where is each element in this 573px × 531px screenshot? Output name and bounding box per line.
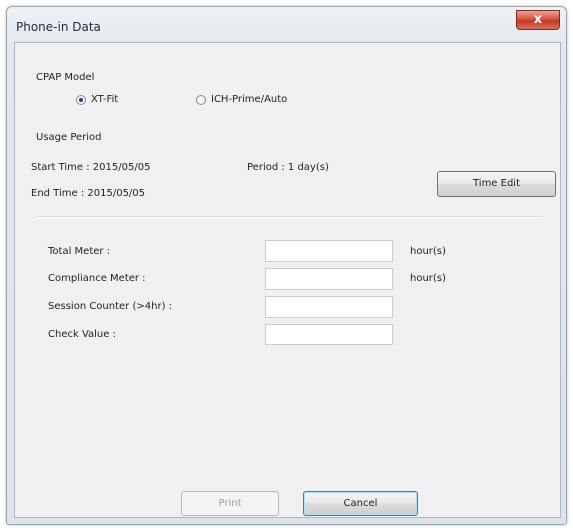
period-text: Period : 1 day(s) [247,162,329,173]
radio-xt-fit-button[interactable] [76,94,86,105]
time-edit-label: Time Edit [472,178,521,189]
window-title: Phone-in Data [16,20,101,34]
time-edit-button[interactable]: Time Edit [437,171,556,197]
check-value-field[interactable] [265,324,393,345]
cancel-label: Cancel [343,498,378,509]
start-time-text: Start Time : 2015/05/05 [31,162,151,173]
radio-xt-fit[interactable]: XT-Fit [76,94,118,105]
compliance-meter-unit: hour(s) [410,273,446,284]
radio-ich-prime-auto-button[interactable] [196,94,206,105]
session-counter-field[interactable] [265,296,393,318]
close-button[interactable]: x [516,10,560,30]
session-counter-label: Session Counter (>4hr) : [48,301,173,312]
compliance-meter-field[interactable] [265,268,393,290]
total-meter-label: Total Meter : [48,246,111,257]
cancel-button[interactable]: Cancel [303,491,418,516]
title-bar: Phone-in Data x [7,7,566,41]
cpap-model-label: CPAP Model [36,72,95,83]
close-icon: x [533,12,543,27]
section-divider [37,216,542,218]
phone-in-data-dialog: Phone-in Data x CPAP Model XT-Fit ICH-Pr… [6,6,567,525]
radio-ich-prime-auto-label: ICH-Prime/Auto [211,94,288,105]
end-time-text: End Time : 2015/05/05 [31,188,146,199]
check-value-label: Check Value : [48,329,116,340]
total-meter-unit: hour(s) [410,246,446,257]
print-label: Print [218,498,242,509]
total-meter-field[interactable] [265,240,393,262]
print-button[interactable]: Print [181,491,279,516]
radio-xt-fit-label: XT-Fit [91,94,119,105]
radio-ich-prime-auto[interactable]: ICH-Prime/Auto [196,94,287,105]
usage-period-label: Usage Period [36,132,102,143]
dialog-body: CPAP Model XT-Fit ICH-Prime/Auto Usage P… [14,42,561,518]
compliance-meter-label: Compliance Meter : [48,273,146,284]
